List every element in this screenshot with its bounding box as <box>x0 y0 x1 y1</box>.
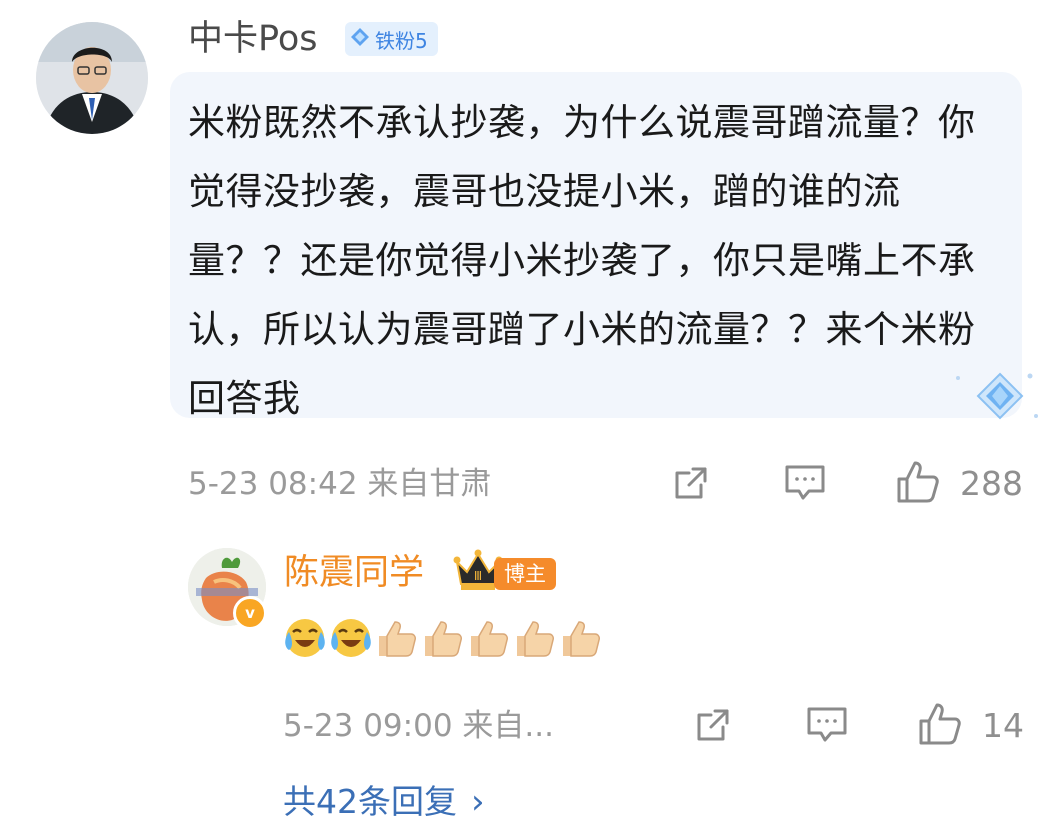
crown-level: Ⅲ <box>474 569 482 583</box>
reply-like-count: 14 <box>982 706 1024 745</box>
blogger-username[interactable]: 陈震同学 <box>284 552 424 594</box>
commenter-avatar[interactable] <box>36 22 148 134</box>
thumbs-up-emoji-icon <box>513 614 557 662</box>
diamond-icon <box>349 26 371 53</box>
comment-timestamp: 5-23 08:42 来自甘肃 <box>188 466 492 502</box>
fan-level-badge[interactable]: 铁粉5 <box>345 22 438 56</box>
thumbs-up-emoji-icon <box>467 614 511 662</box>
reply-emoji-row <box>283 614 603 662</box>
laugh-cry-emoji-icon <box>329 614 373 662</box>
commenter-username[interactable]: 中卡Pos <box>188 18 318 60</box>
reply-like-icon[interactable] <box>916 700 964 748</box>
fan-level-label: 铁粉5 <box>375 28 428 53</box>
verified-icon: v <box>233 596 267 630</box>
blogger-badge: 博主 <box>494 558 556 590</box>
comment-icon[interactable] <box>782 460 828 506</box>
laugh-cry-emoji-icon <box>283 614 327 662</box>
more-replies-label: 共42条回复 <box>283 782 457 821</box>
thumbs-up-emoji-icon <box>559 614 603 662</box>
comment-text: 米粉既然不承认抄袭，为什么说震哥蹭流量？你觉得没抄袭，震哥也没提小米，蹭的谁的流… <box>188 101 976 420</box>
comment-like-count: 288 <box>960 464 1023 503</box>
reply-timestamp: 5-23 09:00 来自... <box>283 708 554 744</box>
share-icon[interactable] <box>668 460 714 506</box>
reply-share-icon[interactable] <box>690 702 736 748</box>
thumbs-up-emoji-icon <box>375 614 419 662</box>
thumbs-up-emoji-icon <box>421 614 465 662</box>
diamond-decoration-icon <box>950 368 1040 430</box>
reply-comment-icon[interactable] <box>804 702 850 748</box>
chevron-right-icon: › <box>471 782 485 822</box>
more-replies-link[interactable]: 共42条回复 › <box>283 780 485 824</box>
like-icon[interactable] <box>894 458 942 506</box>
